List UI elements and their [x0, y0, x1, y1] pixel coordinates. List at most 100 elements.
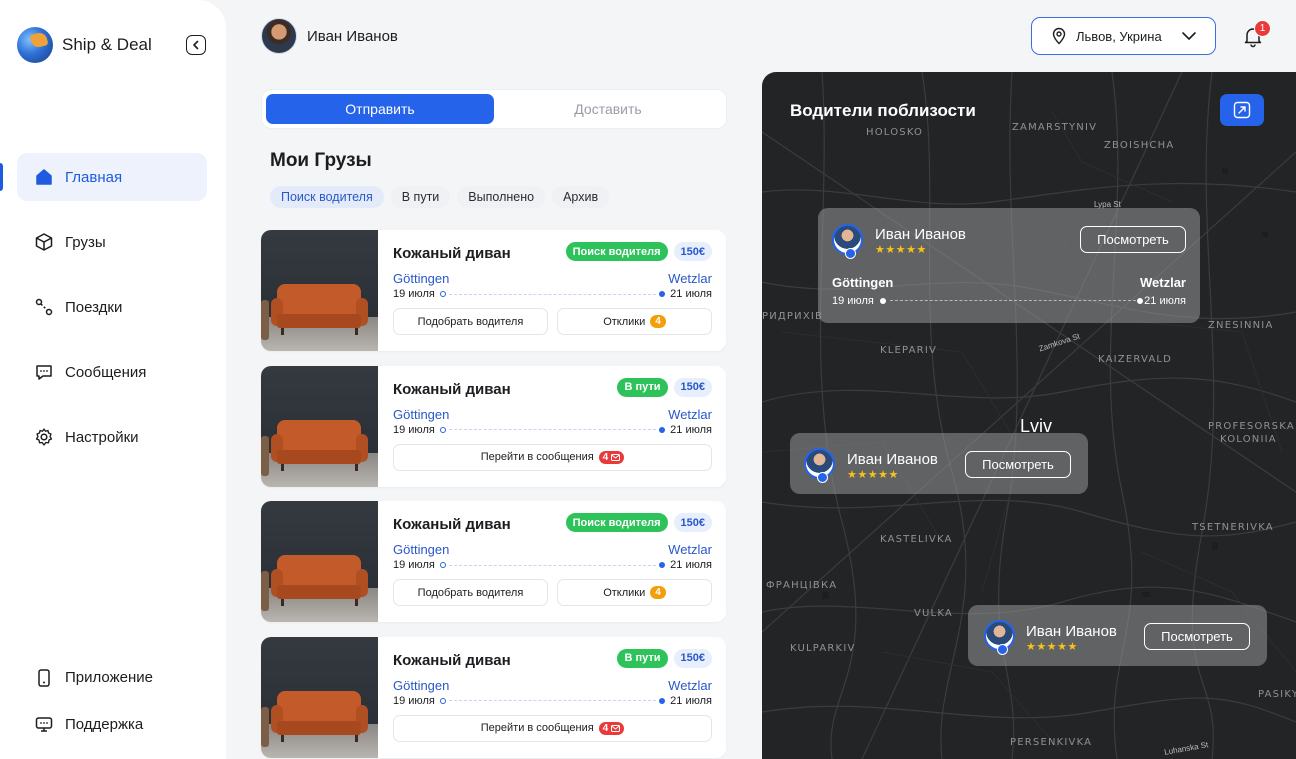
sidebar-bottom-nav: Приложение Поддержка [17, 654, 207, 748]
price-badge: 150€ [673, 513, 712, 532]
sidebar-item-home[interactable]: Главная [17, 153, 207, 201]
go-to-messages-button[interactable]: Перейти в сообщения 4 [393, 443, 712, 471]
from-date: 19 июля [832, 295, 874, 307]
driver-card[interactable]: Иван Иванов ★★★★★ Посмотреть [968, 605, 1267, 666]
go-to-messages-button[interactable]: Перейти в сообщения 4 [393, 714, 712, 742]
driver-avatar [804, 448, 835, 483]
button-label: Перейти в сообщения [480, 451, 594, 463]
district-label: ZAMARSTYNIV [1012, 122, 1098, 133]
logo-icon [17, 27, 53, 63]
sidebar-item-settings[interactable]: Настройки [17, 413, 207, 461]
sidebar-item-label: Поездки [65, 298, 123, 316]
status-badge: Поиск водителя [565, 242, 668, 261]
district-label: KASTELIVKA [880, 534, 953, 545]
route-line [890, 300, 1136, 301]
home-icon [33, 166, 55, 188]
district-label: KULPARKIV [790, 643, 856, 654]
find-driver-button[interactable]: Подобрать водителя [393, 579, 548, 606]
expand-map-button[interactable] [1220, 94, 1264, 126]
filter-completed[interactable]: Выполнено [457, 186, 546, 208]
sidebar-item-label: Приложение [65, 669, 153, 686]
filter-archive[interactable]: Архив [552, 186, 610, 208]
driver-avatar [832, 224, 863, 259]
status-badge: Поиск водителя [565, 513, 668, 532]
drivers-map[interactable]: Водители поблизости HOLOSKO ZAMARSTYNIV … [762, 72, 1296, 759]
driver-rating: ★★★★★ [875, 244, 927, 256]
sidebar-item-trips[interactable]: Поездки [17, 283, 207, 331]
avatar [261, 18, 297, 54]
brand[interactable]: Ship & Deal [17, 27, 152, 63]
route-to: Wetzlar [1140, 275, 1186, 290]
district-label: KLEPARIV [880, 345, 938, 356]
district-label: PERSENKIVKA [1010, 737, 1093, 748]
mail-icon [611, 724, 621, 732]
to-date: 21 июля [670, 694, 712, 707]
cargo-image [261, 365, 378, 487]
user-profile[interactable]: Иван Иванов [261, 18, 398, 54]
district-label: РИДРИХІВ [762, 311, 824, 322]
view-driver-button[interactable]: Посмотреть [1144, 623, 1250, 650]
route-from: Göttingen [832, 275, 894, 290]
sidebar-nav: Главная Грузы Поездки Сообщения Настройк… [17, 153, 207, 478]
driver-rating: ★★★★★ [847, 469, 899, 481]
price-badge: 150€ [673, 648, 712, 668]
route-end-dot [1137, 298, 1143, 304]
cargo-image [261, 501, 378, 622]
responses-count: 4 [650, 315, 666, 328]
phone-icon [33, 667, 55, 689]
cargo-card[interactable]: Кожаный диван Поиск водителя 150€ Göttin… [261, 230, 726, 351]
sidebar-item-support[interactable]: Поддержка [17, 701, 207, 748]
expand-icon [1233, 101, 1251, 119]
sidebar-item-app[interactable]: Приложение [17, 654, 207, 701]
filter-searching-driver[interactable]: Поиск водителя [270, 186, 384, 208]
to-date: 21 июля [670, 423, 712, 436]
mode-tabs: Отправить Доставить [261, 89, 727, 129]
route-to: Wetzlar [668, 406, 712, 422]
sidebar: Ship & Deal Главная Грузы Поездки Сообще… [0, 0, 226, 759]
view-driver-button[interactable]: Посмотреть [965, 451, 1071, 478]
price-badge: 150€ [673, 377, 712, 397]
sidebar-item-cargo[interactable]: Грузы [17, 218, 207, 266]
collapse-sidebar-button[interactable] [186, 35, 206, 55]
route-from: Göttingen [393, 542, 450, 557]
cargo-card[interactable]: Кожаный диван В пути 150€ Göttingen Wetz… [261, 365, 726, 487]
button-label: Отклики [603, 315, 646, 328]
messages-count: 4 [602, 451, 609, 463]
tab-send[interactable]: Отправить [266, 94, 494, 124]
brand-name: Ship & Deal [62, 35, 152, 54]
district-label: ФРАНЦІВКА [766, 580, 838, 591]
responses-button[interactable]: Отклики 4 [557, 579, 712, 606]
to-date: 21 июля [670, 288, 712, 300]
cargo-card[interactable]: Кожаный диван Поиск водителя 150€ Göttin… [261, 501, 726, 622]
location-select[interactable]: Львов, Укрина [1031, 17, 1216, 55]
tab-deliver[interactable]: Доставить [494, 94, 722, 124]
cargo-image [261, 636, 378, 758]
sidebar-item-label: Настройки [65, 428, 139, 446]
button-label: Перейти в сообщения [480, 722, 594, 734]
sidebar-item-label: Грузы [65, 233, 106, 251]
sidebar-item-label: Главная [65, 168, 123, 186]
mail-icon [611, 453, 621, 461]
driver-card[interactable]: Иван Иванов ★★★★★ Посмотреть Göttingen W… [818, 208, 1200, 323]
sidebar-item-messages[interactable]: Сообщения [17, 348, 207, 396]
status-badge: В пути [617, 377, 668, 397]
support-icon [33, 714, 55, 736]
driver-card[interactable]: Иван Иванов ★★★★★ Посмотреть [790, 433, 1088, 494]
responses-button[interactable]: Отклики 4 [557, 308, 712, 335]
price-badge: 150€ [673, 242, 712, 261]
cargo-card[interactable]: Кожаный диван В пути 150€ Göttingen Wetz… [261, 636, 726, 758]
district-label: PASIKY [1258, 689, 1296, 700]
cargo-filters: Поиск водителя В пути Выполнено Архив [270, 186, 610, 208]
view-driver-button[interactable]: Посмотреть [1080, 226, 1186, 253]
filter-in-transit[interactable]: В пути [390, 186, 451, 208]
user-name: Иван Иванов [307, 27, 398, 45]
button-label: Подобрать водителя [417, 315, 524, 328]
district-label: ZNESINNIA [1208, 320, 1274, 331]
from-date: 19 июля [393, 423, 435, 436]
button-label: Отклики [603, 586, 646, 599]
cargo-image [261, 230, 378, 351]
box-icon [33, 231, 55, 253]
section-title: Мои Грузы [270, 150, 372, 171]
find-driver-button[interactable]: Подобрать водителя [393, 308, 548, 335]
driver-name: Иван Иванов [875, 226, 966, 243]
